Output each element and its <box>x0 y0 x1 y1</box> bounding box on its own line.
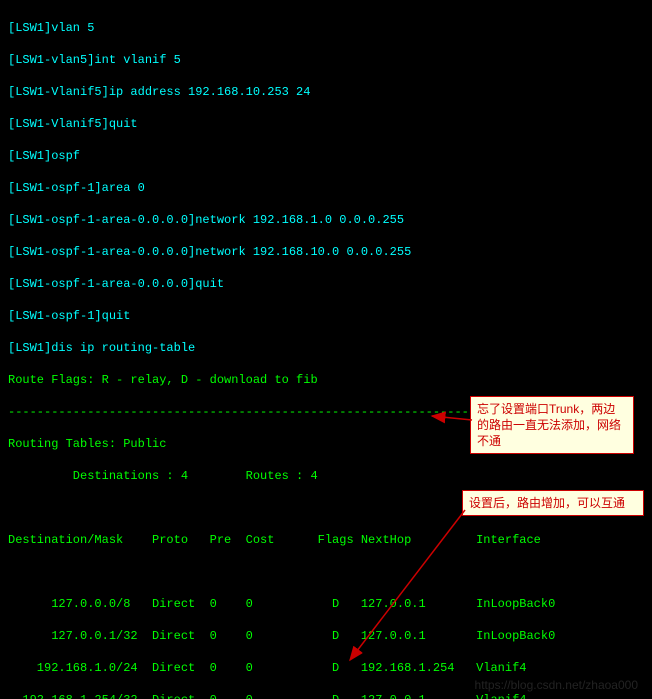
routing-summary: Destinations : 4 Routes : 4 <box>8 468 644 484</box>
cmd-line: [LSW1-ospf-1]quit <box>8 308 644 324</box>
cmd-line: [LSW1-ospf-1]area 0 <box>8 180 644 196</box>
cmd-line: [LSW1-ospf-1-area-0.0.0.0]network 192.16… <box>8 212 644 228</box>
table-header: Destination/Mask Proto Pre Cost Flags Ne… <box>8 532 644 548</box>
watermark: https://blog.csdn.net/zhaoa000 <box>475 677 638 693</box>
terminal-output: [LSW1]vlan 5 [LSW1-vlan5]int vlanif 5 [L… <box>0 0 652 699</box>
cmd-line: [LSW1-Vlanif5]quit <box>8 116 644 132</box>
cmd-line: [LSW1]vlan 5 <box>8 20 644 36</box>
route-flags-legend: Route Flags: R - relay, D - download to … <box>8 372 644 388</box>
cmd-line: [LSW1-ospf-1-area-0.0.0.0]network 192.16… <box>8 244 644 260</box>
cmd-line: [LSW1]dis ip routing-table <box>8 340 644 356</box>
cmd-line: [LSW1-ospf-1-area-0.0.0.0]quit <box>8 276 644 292</box>
route-row: 127.0.0.1/32 Direct 0 0 D 127.0.0.1 InLo… <box>8 628 644 644</box>
annotation-note-1: 忘了设置端口Trunk，两边的路由一直无法添加，网络不通 <box>470 396 634 454</box>
cmd-line: [LSW1-Vlanif5]ip address 192.168.10.253 … <box>8 84 644 100</box>
route-row: 192.168.1.254/32 Direct 0 0 D 127.0.0.1 … <box>8 692 644 699</box>
route-row: 192.168.1.0/24 Direct 0 0 D 192.168.1.25… <box>8 660 644 676</box>
annotation-note-2: 设置后，路由增加，可以互通 <box>462 490 644 516</box>
cmd-line: [LSW1]ospf <box>8 148 644 164</box>
route-row: 127.0.0.0/8 Direct 0 0 D 127.0.0.1 InLoo… <box>8 596 644 612</box>
blank <box>8 564 644 580</box>
cmd-line: [LSW1-vlan5]int vlanif 5 <box>8 52 644 68</box>
